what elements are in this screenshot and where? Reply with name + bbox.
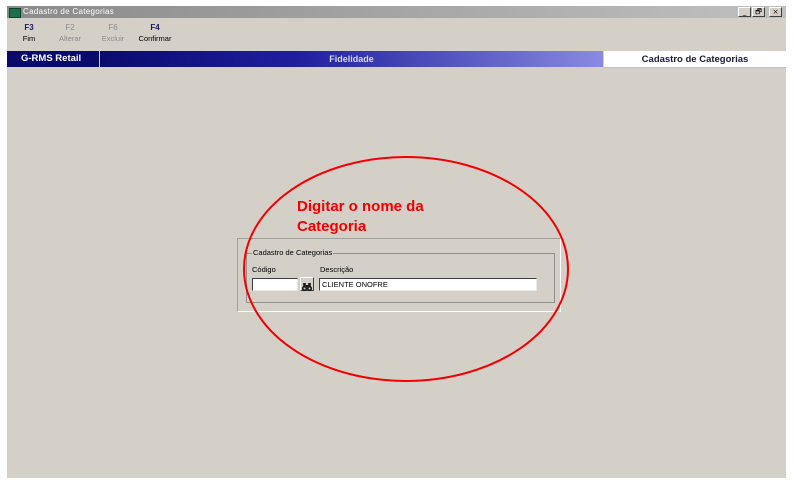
- toolbar-fim-button[interactable]: F3 Fim: [9, 23, 49, 44]
- restore-button[interactable]: 🗗: [752, 7, 765, 17]
- key-f6-label: Excluir: [101, 34, 125, 43]
- header-bar: G-RMS Retail Fidelidade Cadastro de Cate…: [7, 51, 786, 68]
- screen-title: Cadastro de Categorias: [604, 51, 786, 68]
- brand-label: G-RMS Retail: [7, 51, 99, 67]
- close-button[interactable]: ×: [769, 7, 782, 17]
- key-f3-label: Fim: [22, 34, 36, 43]
- highlight-ellipse: [243, 156, 569, 382]
- key-f2-label: Alterar: [58, 34, 82, 43]
- toolbar-excluir-button[interactable]: F6 Excluir: [93, 23, 133, 44]
- app-window: Cadastro de Categorias _ 🗗 × F3 Fim F2 A…: [7, 6, 786, 478]
- annotation-text: Digitar o nome da Categoria: [297, 198, 424, 235]
- module-label: Fidelidade: [100, 51, 603, 67]
- toolbar-alterar-button[interactable]: F2 Alterar: [50, 23, 90, 44]
- key-f4-label: Confirmar: [138, 34, 172, 43]
- title-bar[interactable]: Cadastro de Categorias _ 🗗 ×: [7, 6, 786, 18]
- key-f6: F6: [108, 23, 118, 32]
- app-icon: [9, 8, 21, 18]
- key-f2: F2: [65, 23, 75, 32]
- key-f3: F3: [24, 23, 34, 32]
- toolbar-confirmar-button[interactable]: F4 Confirmar: [135, 23, 175, 44]
- minimize-button[interactable]: _: [738, 7, 751, 17]
- window-title: Cadastro de Categorias: [23, 7, 115, 16]
- key-f4: F4: [150, 23, 160, 32]
